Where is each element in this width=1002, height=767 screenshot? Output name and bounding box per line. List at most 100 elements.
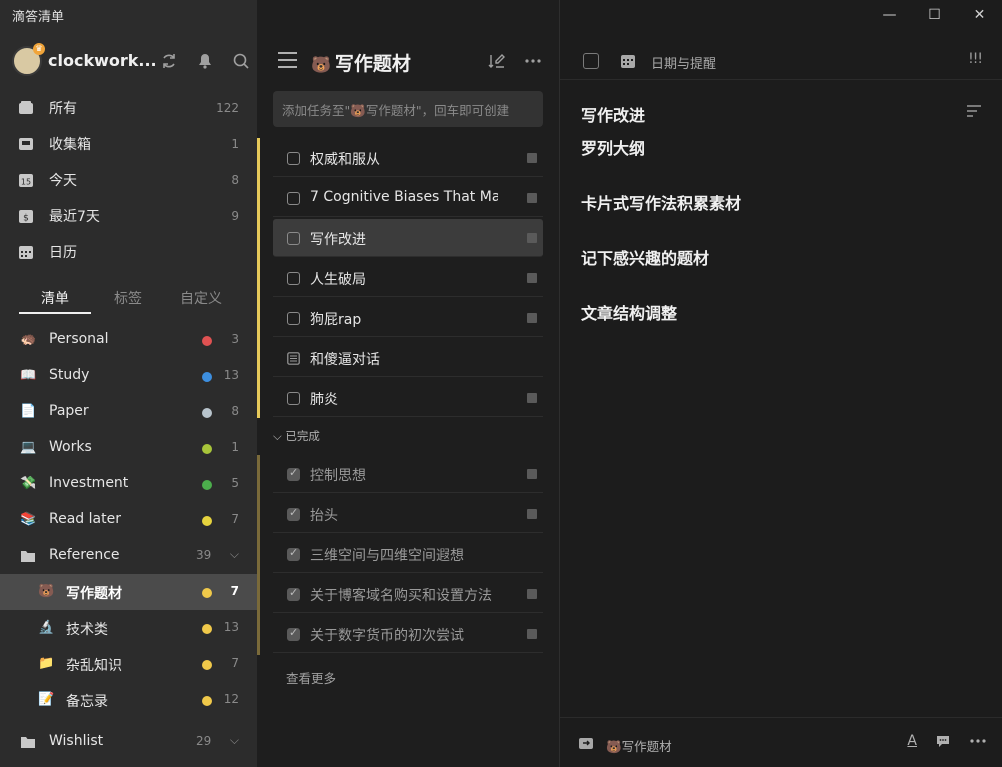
list-count: 5 [231,476,239,490]
folder-wishlist[interactable]: Wishlist 29 ⌵ [0,724,257,760]
completed-task-row[interactable]: 三维空间与四维空间遐想 [273,535,543,573]
task-row[interactable]: 权威和服从 [273,139,543,177]
task-checkbox[interactable] [583,53,599,69]
task-checkbox-checked[interactable] [287,466,300,481]
smart-list-label: 最近7天 [49,209,100,225]
task-row-selected[interactable]: 写作改进 [273,219,543,257]
list-item-tech[interactable]: 🔬 技术类 13 [0,610,257,646]
list-count: 3 [231,332,239,346]
list-count: 1 [231,440,239,454]
task-checkbox[interactable] [287,392,300,405]
list-item-personal[interactable]: 🦔 Personal 3 [0,322,257,358]
color-dot [202,624,212,634]
note-icon [527,273,537,283]
task-checkbox[interactable] [287,312,300,325]
list-label: Study [49,367,90,383]
task-row[interactable]: 7 Cognitive Biases That Make [273,179,543,217]
date-reminder-button[interactable]: 日期与提醒 [651,53,716,72]
username[interactable]: clockwork... [48,51,157,70]
completed-task-row[interactable]: 抬头 [273,495,543,533]
more-icon[interactable] [969,733,987,749]
calendar-icon[interactable] [620,53,636,69]
task-title: 人生破局 [310,272,366,288]
task-checkbox[interactable] [287,152,300,165]
completed-section-header[interactable]: ⌵ 已完成 [273,428,320,444]
svg-text:$: $ [23,214,29,224]
list-item-study[interactable]: 📖 Study 13 [0,358,257,394]
list-count: 7 [231,512,239,526]
tab-lists[interactable]: 清单 [41,288,69,308]
task-title: 肺炎 [310,392,338,408]
color-dot [202,372,212,382]
task-checkbox-checked[interactable] [287,506,300,521]
task-row[interactable]: 人生破局 [273,259,543,297]
task-detail-title[interactable]: 写作改进 [581,102,645,126]
minimize-icon[interactable]: — [867,0,912,30]
completed-task-row[interactable]: 控制思想 [273,455,543,493]
list-item-investment[interactable]: 💸 Investment 5 [0,466,257,502]
more-icon[interactable] [524,52,542,70]
task-checkbox[interactable] [287,232,300,245]
task-title: 控制思想 [310,468,366,484]
tab-tags[interactable]: 标签 [114,288,142,308]
tab-custom[interactable]: 自定义 [180,288,222,308]
sort-edit-icon[interactable] [488,52,506,70]
color-dot [202,336,212,346]
list-label: 备忘录 [66,694,108,710]
text-format-icon[interactable]: A [907,733,917,749]
note-icon [527,589,537,599]
move-list-icon[interactable] [578,736,594,750]
color-dot [202,588,212,598]
task-row[interactable]: 和傻逼对话 [273,339,543,377]
task-row[interactable]: 狗屁rap [273,299,543,337]
task-row[interactable]: 肺炎 [273,379,543,417]
content-line[interactable]: 记下感兴趣的题材 [581,245,709,269]
list-item-misc-knowledge[interactable]: 📁 杂乱知识 7 [0,646,257,682]
close-icon[interactable]: ✕ [957,0,1002,30]
menu-icon[interactable] [278,52,297,68]
priority-icon[interactable]: !!! [968,51,983,67]
user-row[interactable]: ♛ clockwork... [12,43,252,78]
smart-list-inbox[interactable]: 收集箱 1 [0,126,257,162]
bell-icon[interactable] [196,52,214,70]
task-checkbox[interactable] [287,192,300,205]
color-dot [202,480,212,490]
list-item-memo[interactable]: 📝 备忘录 12 [0,682,257,718]
content-line[interactable]: 卡片式写作法积累素材 [581,190,741,214]
smart-list-calendar[interactable]: 日历 [0,234,257,270]
list-item-read-later[interactable]: 📚 Read later 7 [0,502,257,538]
list-item-paper[interactable]: 📄 Paper 8 [0,394,257,430]
content-line[interactable]: 文章结构调整 [581,300,677,324]
see-more-link[interactable]: 查看更多 [286,668,336,687]
comment-icon[interactable] [935,733,951,749]
smart-list-all[interactable]: 所有 122 [0,90,257,126]
completed-task-row[interactable]: 关于数字货币的初次尝试 [273,615,543,653]
task-checkbox-checked[interactable] [287,626,300,641]
footer-list-name[interactable]: 🐻写作题材 [606,736,672,755]
task-checkbox-checked[interactable] [287,546,300,561]
sync-icon[interactable] [160,52,178,70]
smart-list-today[interactable]: 15 今天 8 [0,162,257,198]
avatar[interactable]: ♛ [12,43,45,76]
book-icon: 📖 [20,368,37,383]
search-icon[interactable] [232,52,250,70]
list-label: Investment [49,475,129,491]
note-icon [527,233,537,243]
folder-reference[interactable]: Reference 39 ⌵ [0,538,257,574]
sort-lines-icon[interactable] [966,104,982,118]
task-checkbox[interactable] [287,272,300,285]
chevron-down-icon[interactable]: ⌵ [230,733,239,748]
content-line[interactable]: 罗列大纲 [581,135,645,159]
task-title: 写作改进 [310,232,366,248]
add-task-input[interactable]: 添加任务至"🐻写作题材"，回车即可创建 [273,91,543,127]
color-dot [202,408,212,418]
task-checkbox-checked[interactable] [287,586,300,601]
list-label: 杂乱知识 [66,658,122,674]
chevron-down-icon[interactable]: ⌵ [230,547,239,562]
all-tasks-icon [19,101,33,114]
maximize-icon[interactable]: ☐ [912,0,957,30]
completed-task-row[interactable]: 关于博客域名购买和设置方法 [273,575,543,613]
smart-list-next7[interactable]: $ 最近7天 9 [0,198,257,234]
list-item-writing-topics[interactable]: 🐻 写作题材 7 [0,574,257,610]
list-item-works[interactable]: 💻 Works 1 [0,430,257,466]
